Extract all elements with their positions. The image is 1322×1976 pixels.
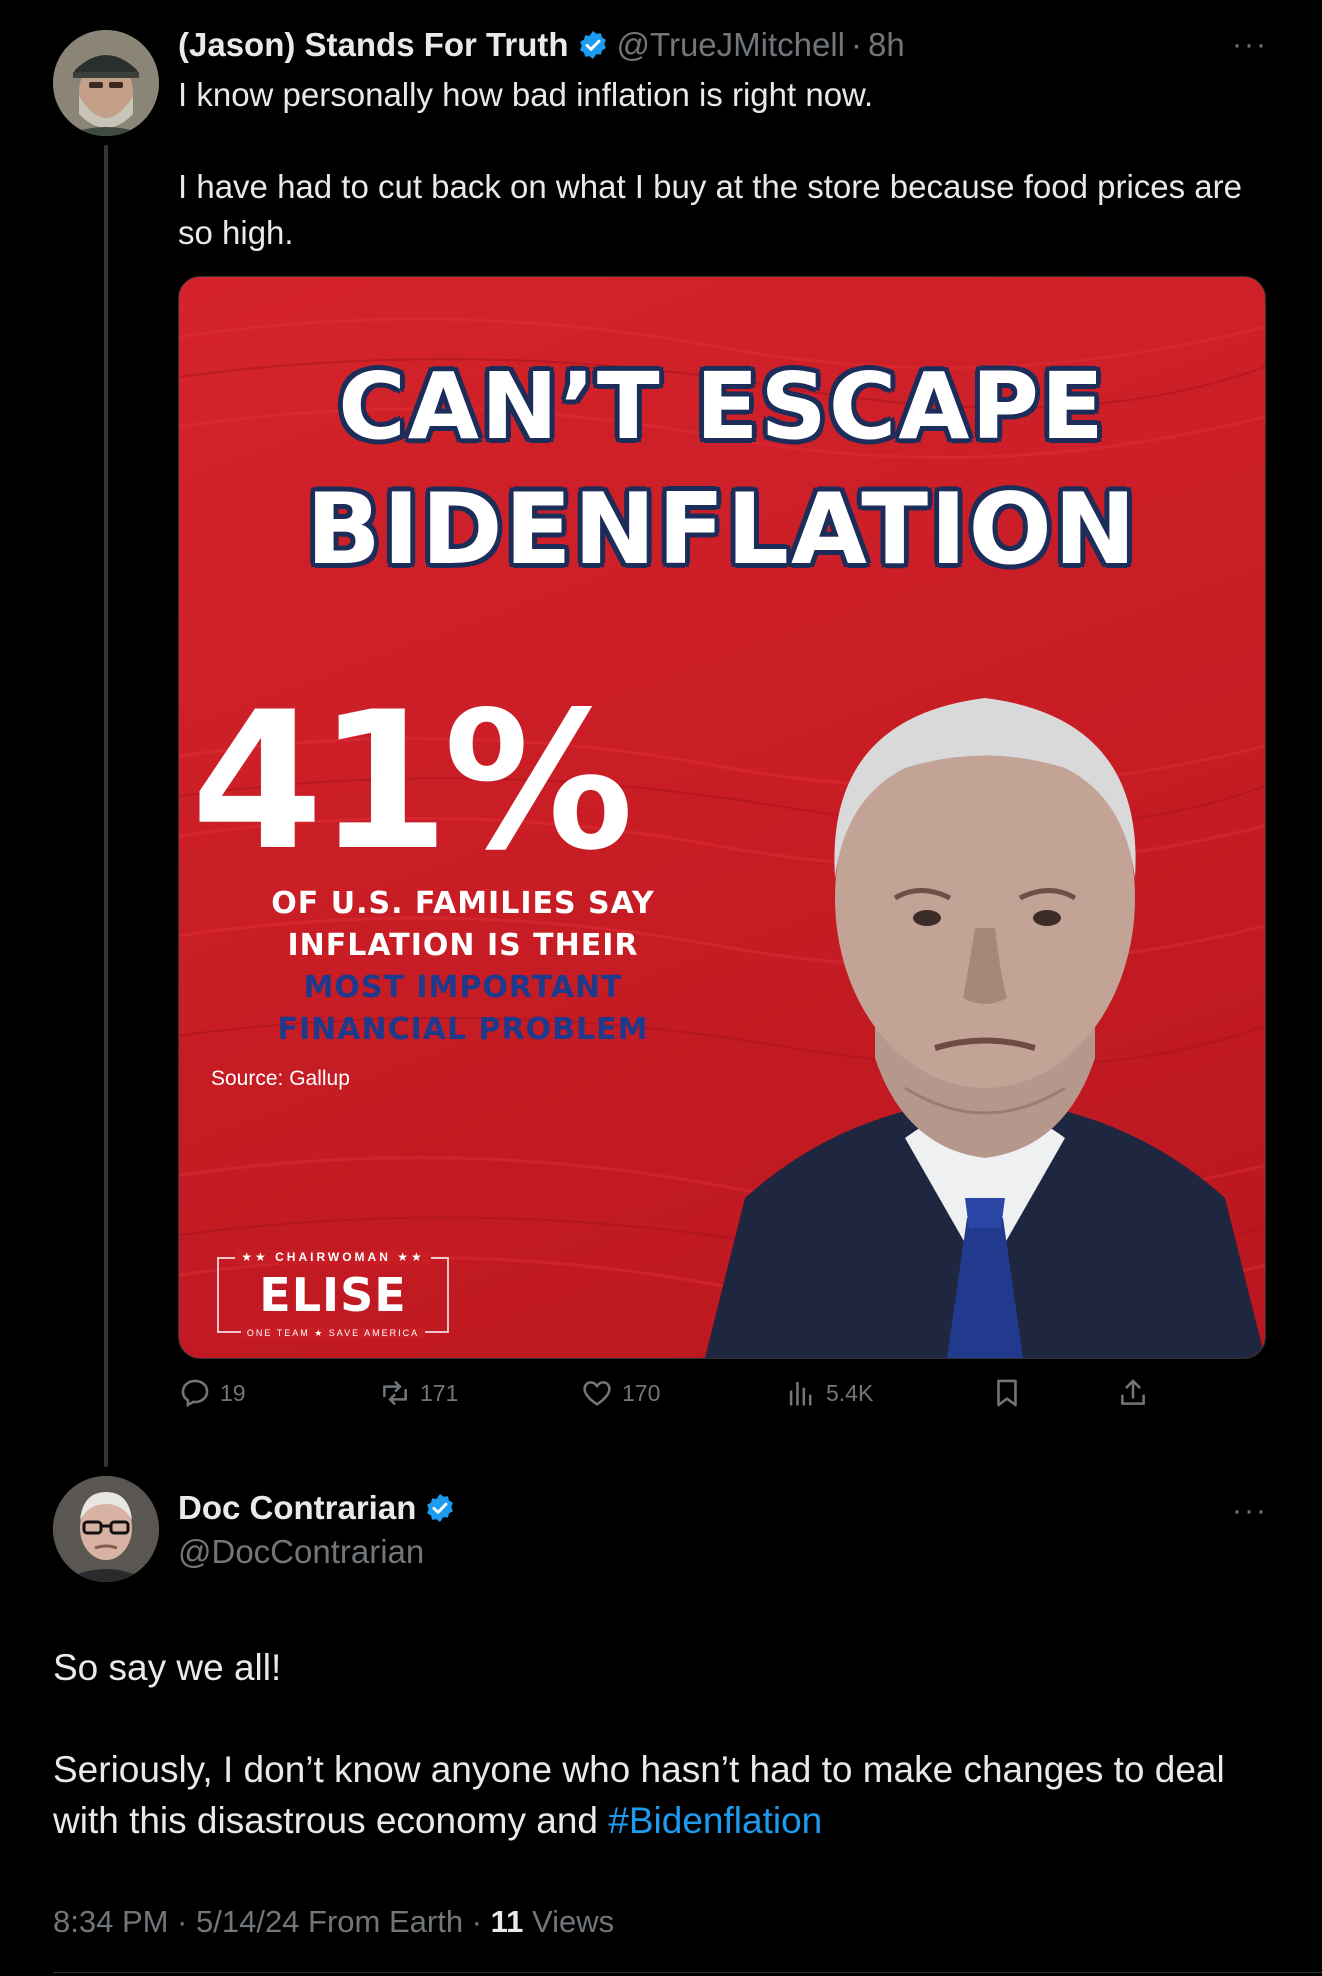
views-number: 11: [490, 1904, 524, 1939]
display-name[interactable]: (Jason) Stands For Truth: [178, 22, 569, 68]
tweet-paragraph: Seriously, I don’t know anyone who hasn’…: [53, 1744, 1293, 1846]
handle[interactable]: @DocContrarian: [178, 1530, 424, 1574]
tweet-header: Doc Contrarian: [178, 1486, 464, 1530]
hashtag-link[interactable]: #Bidenflation: [608, 1800, 822, 1841]
stat-line: MOST IMPORTANT: [303, 970, 623, 1005]
logo-main-text: ELISE: [259, 1268, 407, 1322]
reply-count: 19: [220, 1379, 246, 1406]
media-headline-line1: CAN’T ESCAPE: [338, 353, 1106, 460]
avatar[interactable]: [53, 1476, 159, 1582]
bookmark-icon: [997, 1379, 1017, 1407]
reply-icon: [181, 1379, 209, 1408]
tweet-text: So say we all! Seriously, I don’t know a…: [53, 1642, 1293, 1846]
tweet-action-bar: 19 171 170 5.4K: [178, 1376, 1178, 1420]
analytics-icon: [789, 1381, 812, 1406]
thread-connector: [104, 145, 108, 1467]
views-label: Views: [523, 1904, 615, 1939]
share-icon: [1121, 1379, 1145, 1405]
separator: ·: [851, 26, 863, 63]
views-count: 5.4K: [826, 1379, 874, 1406]
verified-badge-icon: [579, 31, 606, 59]
divider: [53, 1972, 1322, 1973]
media-stat-value: 41%: [191, 671, 634, 892]
handle[interactable]: @TrueJMitchell: [617, 22, 846, 68]
verified-badge-icon: [427, 1494, 454, 1522]
more-options-icon[interactable]: ···: [1232, 30, 1268, 60]
tweet-thread: (Jason) Stands For Truth @TrueJMitchell …: [0, 0, 1322, 1976]
tweet-paragraph: I have had to cut back on what I buy at …: [178, 168, 1242, 251]
tweet-timestamp[interactable]: 8:34 PM · 5/14/24 From Earth ·: [53, 1904, 491, 1939]
tweet-text: I know personally how bad inflation is r…: [178, 72, 1268, 256]
share-button[interactable]: [1116, 1376, 1158, 1410]
logo-top-text: ★★ CHAIRWOMAN ★★: [235, 1250, 431, 1264]
tweet-paragraph: I know personally how bad inflation is r…: [178, 76, 874, 113]
tweet-header: (Jason) Stands For Truth @TrueJMitchell …: [178, 22, 905, 68]
repost-button[interactable]: 171: [378, 1376, 458, 1410]
views-button[interactable]: 5.4K: [784, 1376, 873, 1410]
tweet-paragraph: So say we all!: [53, 1647, 282, 1688]
display-name[interactable]: Doc Contrarian: [178, 1486, 416, 1530]
media-logo: ★★ CHAIRWOMAN ★★ ELISE ONE TEAM ★ SAVE A…: [217, 1250, 449, 1338]
more-options-icon[interactable]: ···: [1232, 1496, 1268, 1526]
stat-line: FINANCIAL PROBLEM: [277, 1012, 649, 1047]
bookmark-button[interactable]: [990, 1376, 1032, 1410]
like-count: 170: [622, 1379, 661, 1406]
tweet-meta: 8:34 PM · 5/14/24 From Earth · 11 Views: [53, 1900, 614, 1944]
reply-button[interactable]: 19: [178, 1376, 246, 1410]
stat-line: INFLATION IS THEIR: [287, 928, 639, 963]
portrait-illustration: [705, 698, 1265, 1358]
repost-icon: [383, 1381, 407, 1405]
avatar[interactable]: [53, 30, 159, 136]
like-button[interactable]: 170: [580, 1376, 660, 1410]
tweet-media-image[interactable]: CAN’T ESCAPE BIDENFLATION 41% OF U.S. FA…: [178, 276, 1266, 1359]
avatar-image-jason: [53, 30, 159, 136]
stat-line: OF U.S. FAMILIES SAY: [271, 886, 655, 921]
media-source: Source: Gallup: [211, 1067, 350, 1090]
heart-icon: [583, 1381, 611, 1406]
repost-count: 171: [420, 1379, 459, 1406]
logo-bottom-text: ONE TEAM ★ SAVE AMERICA: [240, 1328, 426, 1338]
media-headline-line2: BIDENFLATION: [306, 473, 1138, 587]
timestamp[interactable]: 8h: [868, 22, 905, 68]
media-stat-caption: OF U.S. FAMILIES SAY INFLATION IS THEIR …: [203, 883, 723, 1051]
avatar-image-doc: [53, 1476, 159, 1582]
